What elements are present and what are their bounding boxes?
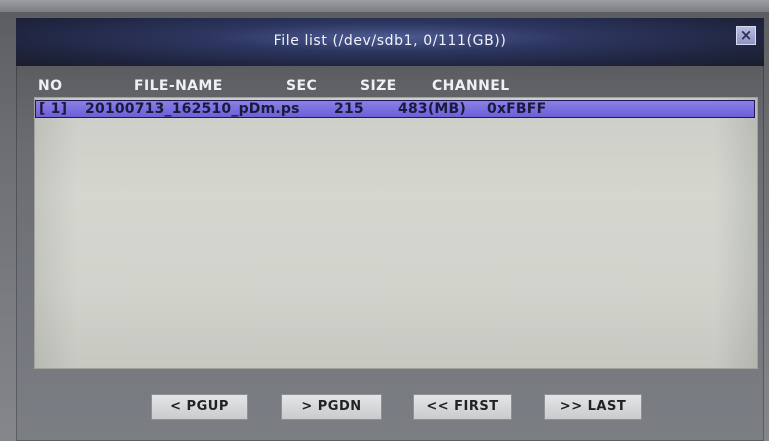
- pgdn-button[interactable]: > PGDN: [281, 394, 382, 420]
- file-list-window: File list (/dev/sdb1, 0/111(GB)) × NO FI…: [16, 18, 764, 441]
- column-header-file-name[interactable]: FILE-NAME: [134, 78, 223, 94]
- monitor-bezel: [0, 0, 769, 12]
- navigation-footer: < PGUP > PGDN << FIRST >> LAST: [16, 374, 764, 441]
- window-title: File list (/dev/sdb1, 0/111(GB)): [273, 33, 507, 49]
- pgup-button[interactable]: < PGUP: [151, 394, 248, 420]
- column-header-no[interactable]: NO: [38, 78, 62, 94]
- column-header-row: NO FILE-NAME SEC SIZE CHANNEL: [16, 78, 764, 98]
- row-channel: 0xFBFF: [487, 101, 547, 117]
- column-header-sec[interactable]: SEC: [286, 78, 317, 94]
- row-no: [ 1]: [39, 101, 68, 117]
- monitor-screen: File list (/dev/sdb1, 0/111(GB)) × NO FI…: [0, 0, 769, 441]
- first-button[interactable]: << FIRST: [413, 394, 512, 420]
- column-header-channel[interactable]: CHANNEL: [432, 78, 510, 94]
- title-bar: File list (/dev/sdb1, 0/111(GB)) ×: [16, 18, 764, 66]
- last-button[interactable]: >> LAST: [544, 394, 642, 420]
- row-file-name: 20100713_162510_pDm.ps: [85, 101, 300, 117]
- column-header-size[interactable]: SIZE: [360, 78, 397, 94]
- close-icon[interactable]: ×: [736, 26, 756, 45]
- file-row-selected[interactable]: [ 1] 20100713_162510_pDm.ps 215 483(MB) …: [35, 100, 755, 118]
- row-sec: 215: [334, 101, 364, 117]
- row-size: 483(MB): [398, 101, 467, 117]
- file-list[interactable]: [ 1] 20100713_162510_pDm.ps 215 483(MB) …: [34, 97, 758, 369]
